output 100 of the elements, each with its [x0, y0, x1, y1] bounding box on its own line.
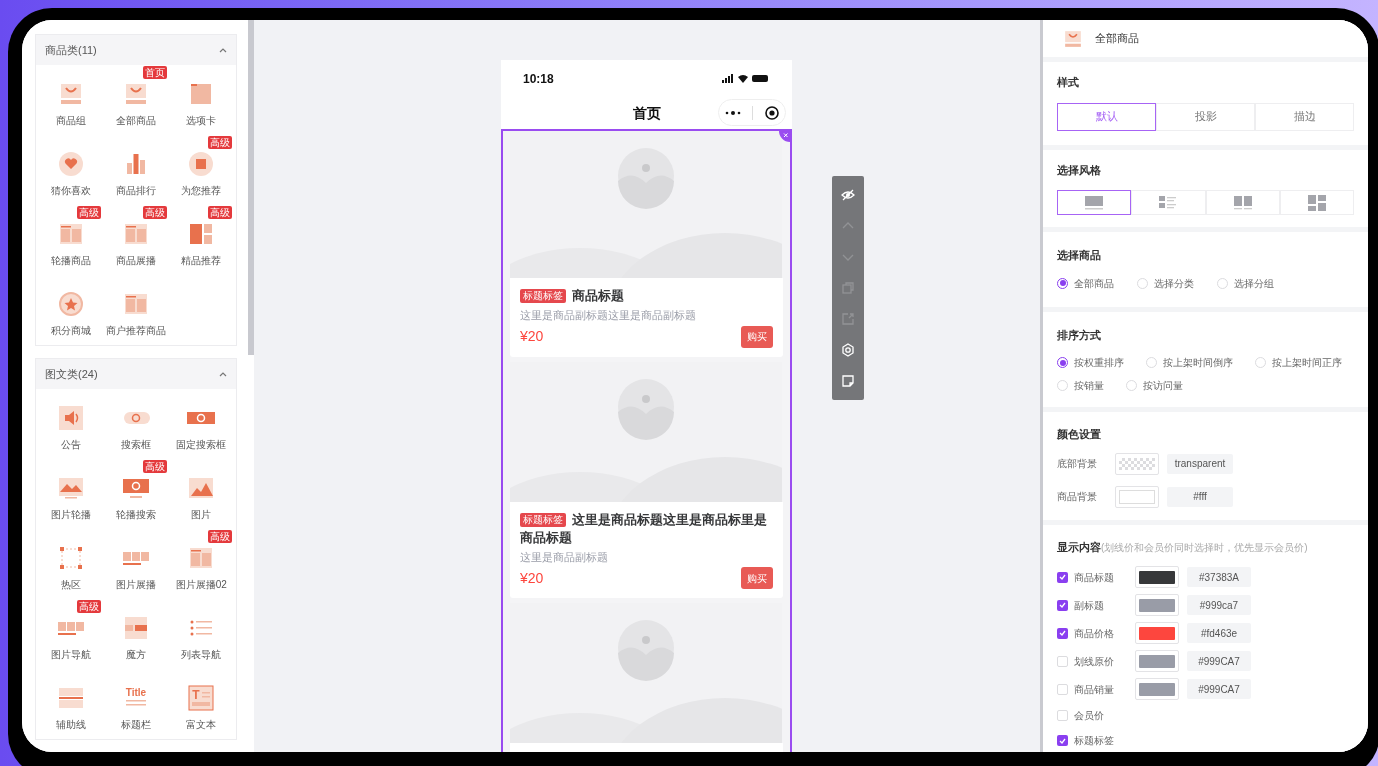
color-picker[interactable]	[1115, 452, 1159, 475]
color-value[interactable]: #999CA7	[1187, 651, 1251, 671]
component-label[interactable]: 为您推荐	[181, 183, 222, 198]
radio-label[interactable]: 按上架时间倒序	[1163, 355, 1233, 370]
section-title: 商品类(11)	[45, 42, 97, 58]
checkbox[interactable]	[1057, 735, 1068, 746]
color-label: 底部背景	[1057, 457, 1098, 471]
badge: 高级	[208, 530, 232, 543]
grid-icon	[122, 614, 150, 642]
component-label[interactable]: 图片轮播	[50, 507, 91, 522]
badge: 高级	[208, 136, 232, 149]
component-label[interactable]: 商品排行	[116, 183, 156, 198]
badge: 高级	[142, 206, 167, 219]
badge: 高级	[142, 460, 167, 473]
checkbox[interactable]	[1057, 627, 1068, 639]
component-label[interactable]: 积分商城	[50, 323, 91, 338]
section-header[interactable]: 图文类(24)	[36, 359, 236, 389]
component-label[interactable]: 商品组	[55, 113, 86, 128]
color-value[interactable]: #37383A	[1187, 567, 1251, 587]
style-tab[interactable]: 投影	[1156, 102, 1255, 131]
checkbox[interactable]	[1057, 683, 1068, 695]
component-label[interactable]: 公告	[60, 437, 81, 452]
component-label[interactable]: 热区	[60, 577, 81, 592]
status-icons	[722, 74, 770, 83]
color-value[interactable]: #fd463e	[1187, 623, 1251, 643]
target-icon	[765, 105, 780, 120]
component-label[interactable]: 搜索框	[121, 437, 151, 452]
note-icon[interactable]	[840, 373, 856, 389]
radio-label[interactable]: 全部商品	[1074, 275, 1114, 291]
radio-label[interactable]: 选择分组	[1234, 275, 1274, 291]
component-label[interactable]: 图片展播	[116, 577, 156, 592]
status-time: 10:18	[523, 70, 554, 88]
component-label[interactable]: 轮播搜索	[116, 507, 156, 522]
color-value[interactable]: #999CA7	[1187, 679, 1251, 699]
section-header[interactable]: 商品类(11)	[36, 35, 236, 65]
selected-component[interactable]: 标题标签 商品标题 这里是商品副标题这里是商品副标题 ¥20 购买 标题标签 这里是商品标题这里是商品标里是商品标题 这里是商品副标题 ¥20 购买	[501, 129, 792, 752]
product-subtitle: 这里是商品副标题这里是商品副标题	[520, 308, 697, 323]
component-label[interactable]: 商品展播	[116, 253, 156, 268]
product-price: ¥20	[520, 568, 544, 588]
settings-icon[interactable]	[840, 342, 856, 358]
component-label[interactable]: 商户推荐商品	[106, 323, 166, 338]
checkbox[interactable]	[1057, 710, 1068, 721]
component-label[interactable]: 列表导航	[181, 647, 222, 662]
component-label[interactable]: 图片	[191, 507, 212, 522]
eye-slash-icon[interactable]	[840, 187, 856, 203]
checkbox[interactable]	[1057, 599, 1068, 611]
component-label[interactable]: 轮播商品	[50, 253, 91, 268]
style-tab[interactable]: 默认	[1057, 102, 1156, 131]
radio-label[interactable]: 按销量	[1074, 378, 1104, 393]
option-label[interactable]: 划线原价	[1074, 653, 1135, 669]
color-value[interactable]: #fff	[1167, 486, 1233, 507]
text-icon: T	[187, 684, 216, 712]
page-title: 首页	[632, 103, 661, 123]
section-label: 选择商品	[1057, 248, 1102, 263]
color-value[interactable]: transparent	[1167, 453, 1233, 474]
more-icon	[724, 110, 741, 115]
title-tag: 标题标签	[520, 289, 566, 303]
layout-icon	[1231, 194, 1254, 211]
title-tag: 标题标签	[520, 512, 566, 527]
component-label[interactable]: 精品推荐	[181, 253, 222, 268]
product-card[interactable]: 标题标签 商品标题 这里是商品副标题这里是商品副标题 ¥20 购买	[510, 278, 783, 357]
component-label[interactable]: 选项卡	[186, 113, 217, 128]
layout-icon	[1305, 194, 1328, 211]
component-label[interactable]: 猜你喜欢	[50, 183, 91, 198]
option-label[interactable]: 商品价格	[1074, 625, 1135, 641]
chevron-icon	[219, 371, 227, 377]
component-title: 全部商品	[1095, 31, 1139, 47]
option-label[interactable]: 标题标签	[1074, 733, 1135, 748]
component-label[interactable]: 魔方	[126, 647, 146, 662]
radio-label[interactable]: 选择分类	[1154, 275, 1194, 291]
product-subtitle: 这里是商品副标题	[520, 549, 609, 565]
product-card[interactable]: 标题标签 这里是商品标题这里是商品标里是商品标题 这里是商品副标题 ¥20 购买	[510, 501, 783, 598]
component-label[interactable]: 图片导航	[50, 647, 91, 662]
badge: 首页	[142, 66, 167, 79]
radio-label[interactable]: 按访问量	[1143, 378, 1183, 393]
color-value[interactable]: #999ca7	[1187, 595, 1251, 615]
section-label: 样式	[1057, 75, 1080, 90]
checkbox[interactable]	[1057, 571, 1068, 583]
component-label[interactable]: 图片展播02	[175, 577, 227, 592]
option-label[interactable]: 商品销量	[1074, 681, 1135, 697]
component-label[interactable]: 富文本	[186, 717, 217, 732]
style-tab[interactable]: 描边	[1255, 102, 1354, 131]
option-label[interactable]: 副标题	[1074, 597, 1135, 613]
component-label[interactable]: 辅助线	[55, 717, 86, 732]
chevron-icon	[219, 47, 227, 53]
layout-option[interactable]	[1057, 190, 1132, 215]
component-label[interactable]: 全部商品	[116, 113, 156, 128]
close-icon[interactable]	[779, 131, 790, 142]
capsule-button[interactable]	[718, 99, 786, 126]
option-label[interactable]: 会员价	[1074, 708, 1135, 723]
component-label[interactable]: 标题栏	[121, 717, 151, 732]
section-label: 显示内容	[1057, 539, 1101, 555]
option-label[interactable]: 商品标题	[1074, 569, 1135, 585]
product-title: 标题标签 商品标题	[520, 287, 773, 305]
radio-label[interactable]: 按上架时间正序	[1272, 355, 1342, 370]
radio-label[interactable]: 按权重排序	[1074, 355, 1124, 370]
product-price: ¥20	[520, 327, 544, 346]
checkbox[interactable]	[1057, 655, 1068, 667]
component-label[interactable]: 固定搜索框	[176, 437, 227, 452]
badge: 高级	[208, 206, 232, 219]
